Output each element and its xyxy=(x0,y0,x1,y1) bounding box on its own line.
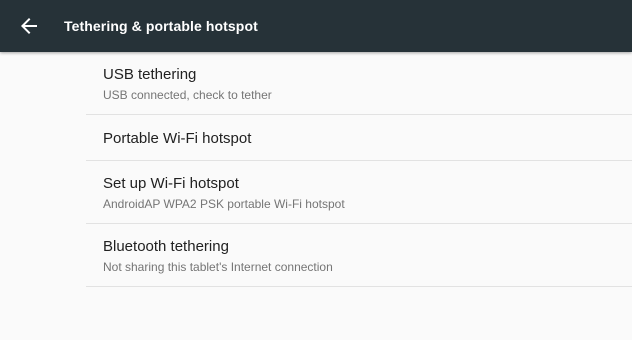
setup-hotspot-title: Set up Wi-Fi hotspot xyxy=(103,175,239,192)
usb-tethering-title: USB tethering xyxy=(103,66,197,83)
usb-tethering-item[interactable]: USB tethering USB connected, check to te… xyxy=(86,52,632,115)
back-button[interactable] xyxy=(17,14,41,38)
settings-content: USB tethering USB connected, check to te… xyxy=(0,52,632,340)
setup-hotspot-item[interactable]: Set up Wi-Fi hotspot AndroidAP WPA2 PSK … xyxy=(86,161,632,224)
bluetooth-tethering-title: Bluetooth tethering xyxy=(103,238,229,255)
portable-hotspot-title: Portable Wi-Fi hotspot xyxy=(103,130,252,147)
setup-hotspot-summary: AndroidAP WPA2 PSK portable Wi-Fi hotspo… xyxy=(103,197,345,211)
page-title: Tethering & portable hotspot xyxy=(64,18,258,34)
app-bar: Tethering & portable hotspot xyxy=(0,0,632,52)
bluetooth-tethering-summary: Not sharing this tablet's Internet conne… xyxy=(103,260,333,274)
arrow-back-icon xyxy=(17,14,41,38)
usb-tethering-summary: USB connected, check to tether xyxy=(103,88,272,102)
bluetooth-tethering-item[interactable]: Bluetooth tethering Not sharing this tab… xyxy=(86,224,632,287)
portable-hotspot-item[interactable]: Portable Wi-Fi hotspot xyxy=(86,115,632,161)
settings-list: USB tethering USB connected, check to te… xyxy=(86,52,632,287)
